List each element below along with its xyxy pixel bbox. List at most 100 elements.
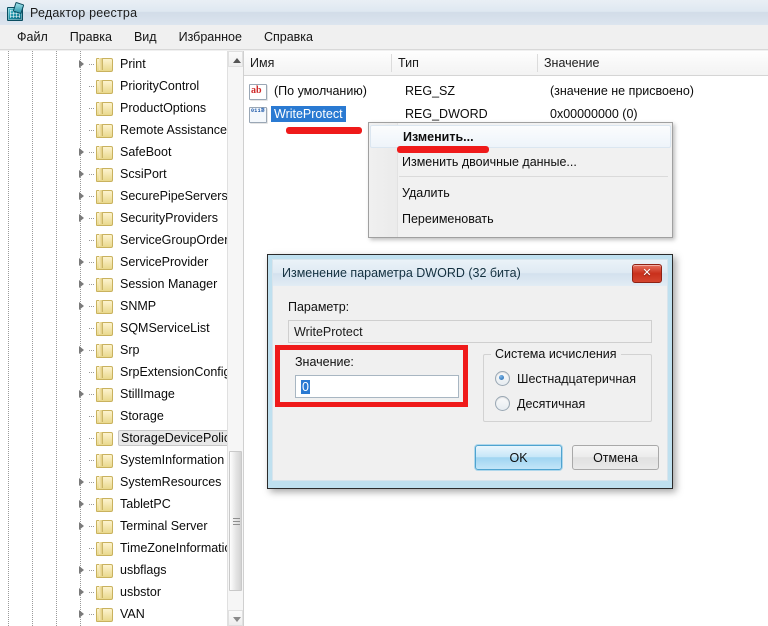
- tree-spacer: [76, 427, 89, 449]
- folder-icon: [96, 343, 112, 357]
- dword-value-icon: [249, 107, 266, 122]
- tree-item-label: TimeZoneInformation: [117, 541, 241, 555]
- tree-spacer: [76, 75, 89, 97]
- scroll-thumb[interactable]: [229, 451, 242, 591]
- folder-icon: [96, 497, 112, 511]
- expand-arrow-icon[interactable]: [76, 53, 89, 75]
- value-name-cell: WriteProtect: [271, 107, 346, 121]
- tree-item[interactable]: VAN: [0, 603, 228, 625]
- tree-item[interactable]: ProductOptions: [0, 97, 228, 119]
- cancel-button[interactable]: Отмена: [572, 445, 659, 470]
- tree-item-label: usbstor: [117, 585, 164, 599]
- tree-item[interactable]: Terminal Server: [0, 515, 228, 537]
- param-name-field: WriteProtect: [288, 320, 652, 343]
- menu-edit[interactable]: Правка: [59, 27, 123, 47]
- tree-item[interactable]: SrpExtensionConfig: [0, 361, 228, 383]
- tree-item[interactable]: ServiceGroupOrder: [0, 229, 228, 251]
- context-menu-item-rename[interactable]: Переименовать: [370, 207, 671, 230]
- menu-view[interactable]: Вид: [123, 27, 168, 47]
- tree-item[interactable]: Print: [0, 53, 228, 75]
- tree-item[interactable]: ServiceProvider: [0, 251, 228, 273]
- expand-arrow-icon[interactable]: [76, 141, 89, 163]
- expand-arrow-icon[interactable]: [76, 515, 89, 537]
- column-header-type[interactable]: Тип: [392, 51, 537, 75]
- tree-item[interactable]: StillImage: [0, 383, 228, 405]
- tree-item[interactable]: TimeZoneInformation: [0, 537, 228, 559]
- context-menu[interactable]: Изменить... Изменить двоичные данные... …: [368, 122, 673, 238]
- column-header-name[interactable]: Имя: [244, 51, 391, 75]
- menu-help[interactable]: Справка: [253, 27, 324, 47]
- value-data-cell: (значение не присвоено): [550, 84, 694, 98]
- tree-connector: [89, 163, 96, 185]
- tree-item[interactable]: SafeBoot: [0, 141, 228, 163]
- expand-arrow-icon[interactable]: [76, 207, 89, 229]
- tree-connector: [89, 493, 96, 515]
- expand-arrow-icon[interactable]: [76, 493, 89, 515]
- list-header: Имя Тип Значение: [244, 51, 768, 76]
- folder-icon: [96, 189, 112, 203]
- tree-item[interactable]: SystemResources: [0, 471, 228, 493]
- string-value-icon: [249, 84, 266, 99]
- menu-file[interactable]: Файл: [6, 27, 59, 47]
- tree-connector: [89, 581, 96, 603]
- ok-button[interactable]: OK: [475, 445, 562, 470]
- expand-arrow-icon[interactable]: [76, 273, 89, 295]
- tree-vertical-scrollbar[interactable]: [227, 51, 243, 626]
- folder-icon: [96, 145, 112, 159]
- tree-item-label: Session Manager: [117, 277, 220, 291]
- tree-item[interactable]: Storage: [0, 405, 228, 427]
- folder-icon: [96, 409, 112, 423]
- expand-arrow-icon[interactable]: [76, 339, 89, 361]
- tree-item[interactable]: usbstor: [0, 581, 228, 603]
- expand-arrow-icon[interactable]: [76, 559, 89, 581]
- folder-icon: [96, 101, 112, 115]
- tree-item[interactable]: SecurityProviders: [0, 207, 228, 229]
- tree-item[interactable]: SNMP: [0, 295, 228, 317]
- value-row[interactable]: (По умолчанию)REG_SZ(значение не присвое…: [244, 80, 768, 102]
- tree-item[interactable]: usbflags: [0, 559, 228, 581]
- menu-favorites[interactable]: Избранное: [168, 27, 253, 47]
- tree-item[interactable]: Session Manager: [0, 273, 228, 295]
- registry-tree[interactable]: PrintPriorityControlProductOptionsRemote…: [0, 51, 228, 626]
- expand-arrow-icon[interactable]: [76, 383, 89, 405]
- context-menu-item-delete[interactable]: Удалить: [370, 181, 671, 204]
- tree-item[interactable]: Srp: [0, 339, 228, 361]
- tree-item[interactable]: Remote Assistance: [0, 119, 228, 141]
- base-group-label: Система исчисления: [491, 347, 621, 361]
- expand-arrow-icon[interactable]: [76, 251, 89, 273]
- tree-item-label: TabletPC: [117, 497, 174, 511]
- expand-arrow-icon[interactable]: [76, 163, 89, 185]
- tree-connector: [89, 53, 96, 75]
- folder-icon: [96, 563, 112, 577]
- tree-item[interactable]: ScsiPort: [0, 163, 228, 185]
- tree-item-label: SecurePipeServers: [117, 189, 231, 203]
- radio-hexadecimal[interactable]: Шестнадцатеричная: [495, 371, 636, 386]
- tree-item[interactable]: PriorityControl: [0, 75, 228, 97]
- scroll-down-icon[interactable]: [228, 610, 243, 626]
- tree-item[interactable]: SystemInformation: [0, 449, 228, 471]
- tree-item-label: StillImage: [117, 387, 178, 401]
- folder-icon: [96, 453, 112, 467]
- scroll-up-icon[interactable]: [228, 51, 243, 67]
- expand-arrow-icon[interactable]: [76, 185, 89, 207]
- context-menu-item-modify-binary[interactable]: Изменить двоичные данные...: [370, 150, 671, 173]
- tree-item[interactable]: SQMServiceList: [0, 317, 228, 339]
- expand-arrow-icon[interactable]: [76, 581, 89, 603]
- value-data-cell: 0x00000000 (0): [550, 107, 638, 121]
- tree-item[interactable]: SecurePipeServers: [0, 185, 228, 207]
- tree-spacer: [76, 405, 89, 427]
- tree-spacer: [76, 97, 89, 119]
- expand-arrow-icon[interactable]: [76, 295, 89, 317]
- context-menu-item-modify[interactable]: Изменить...: [370, 125, 671, 148]
- folder-icon: [96, 387, 112, 401]
- expand-arrow-icon[interactable]: [76, 471, 89, 493]
- tree-item-label: ScsiPort: [117, 167, 170, 181]
- expand-arrow-icon[interactable]: [76, 603, 89, 625]
- radio-decimal[interactable]: Десятичная: [495, 396, 585, 411]
- tree-item[interactable]: StorageDevicePolicies: [0, 427, 228, 449]
- value-input[interactable]: 0: [295, 375, 459, 398]
- tree-item[interactable]: TabletPC: [0, 493, 228, 515]
- tree-item-label: SystemInformation: [117, 453, 227, 467]
- close-icon[interactable]: [632, 264, 662, 283]
- column-header-value[interactable]: Значение: [538, 51, 768, 75]
